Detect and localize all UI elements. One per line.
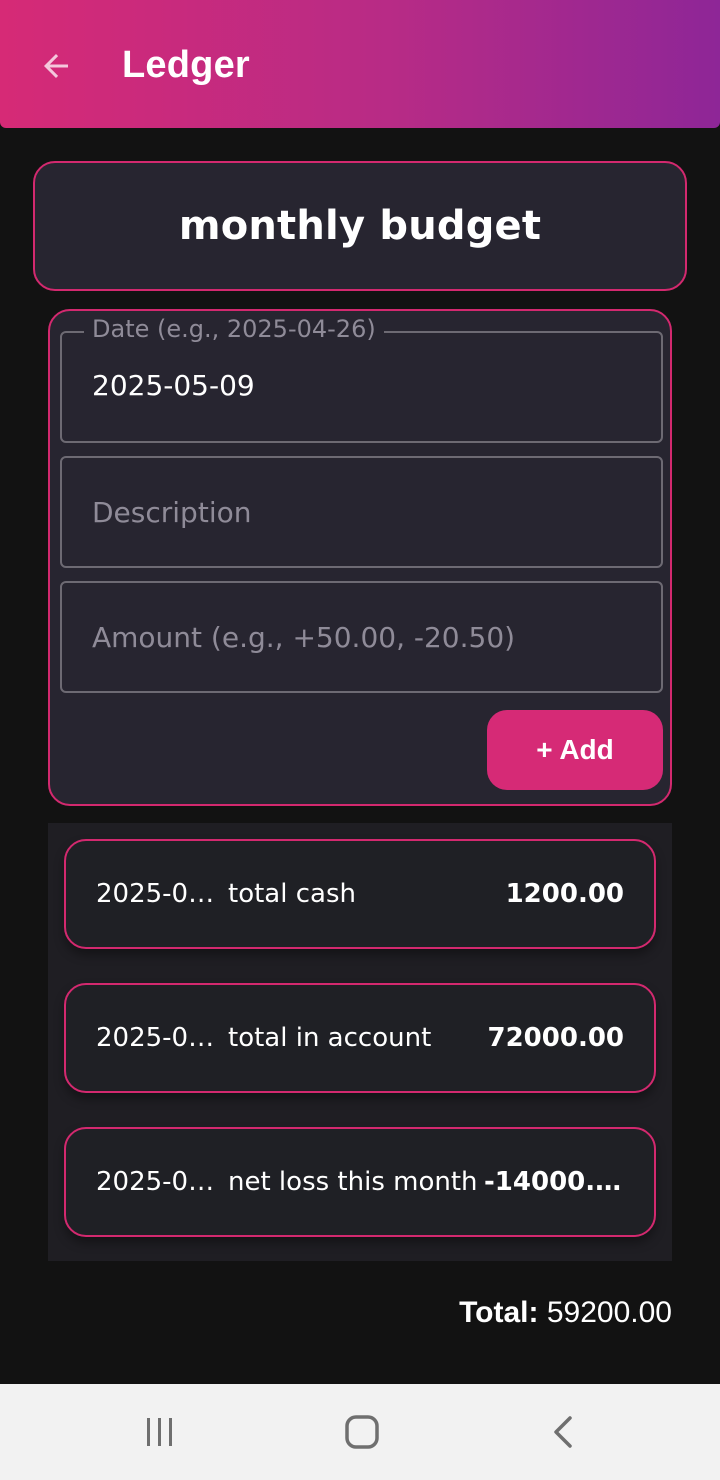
total-value: 59200.00	[546, 1296, 672, 1329]
entry-description: total cash	[228, 879, 356, 909]
app-bar: Ledger	[0, 0, 720, 128]
ledger-title-card: monthly budget	[33, 161, 687, 291]
list-item[interactable]: 2025-05-09 total cash 1200.00	[64, 839, 656, 949]
add-entry-button[interactable]: + Add	[487, 710, 663, 790]
back-button[interactable]	[28, 38, 84, 94]
list-item[interactable]: 2025-05-09 net loss this month -14000.00	[64, 1127, 656, 1237]
total-label: Total:	[459, 1296, 539, 1329]
entry-form: Date (e.g., 2025-04-26) 2025-05-09 + Add	[48, 309, 672, 806]
system-nav-bar	[0, 1384, 720, 1480]
total-row: Total: 59200.00	[459, 1296, 672, 1330]
entry-date: 2025-05-09	[96, 1167, 218, 1197]
description-input[interactable]	[92, 458, 632, 566]
entry-amount: 1200.00	[505, 879, 624, 909]
home-button[interactable]	[330, 1400, 394, 1464]
entry-date: 2025-05-09	[96, 879, 218, 909]
entry-amount: 72000.00	[487, 1023, 624, 1053]
recents-button[interactable]	[128, 1400, 192, 1464]
date-field-label: Date (e.g., 2025-04-26)	[84, 315, 384, 343]
arrow-left-icon	[44, 54, 68, 78]
date-field[interactable]: Date (e.g., 2025-04-26) 2025-05-09	[60, 315, 663, 443]
recents-icon	[147, 1418, 172, 1446]
entry-amount: -14000.00	[484, 1167, 624, 1197]
ledger-title: monthly budget	[178, 203, 542, 249]
amount-input[interactable]	[92, 583, 632, 691]
amount-field[interactable]	[60, 581, 663, 693]
description-field[interactable]	[60, 456, 663, 568]
chevron-left-icon	[554, 1416, 572, 1448]
entry-description: net loss this month	[228, 1167, 478, 1197]
home-icon	[345, 1415, 379, 1449]
entry-date: 2025-05-09	[96, 1023, 218, 1053]
entry-description: total in account	[228, 1023, 432, 1053]
app-title: Ledger	[122, 44, 250, 86]
date-field-value[interactable]: 2025-05-09	[92, 369, 255, 402]
system-back-button[interactable]	[532, 1400, 596, 1464]
entries-list[interactable]: 2025-05-09 total cash 1200.00 2025-05-09…	[48, 823, 672, 1261]
list-item[interactable]: 2025-05-09 total in account 72000.00	[64, 983, 656, 1093]
